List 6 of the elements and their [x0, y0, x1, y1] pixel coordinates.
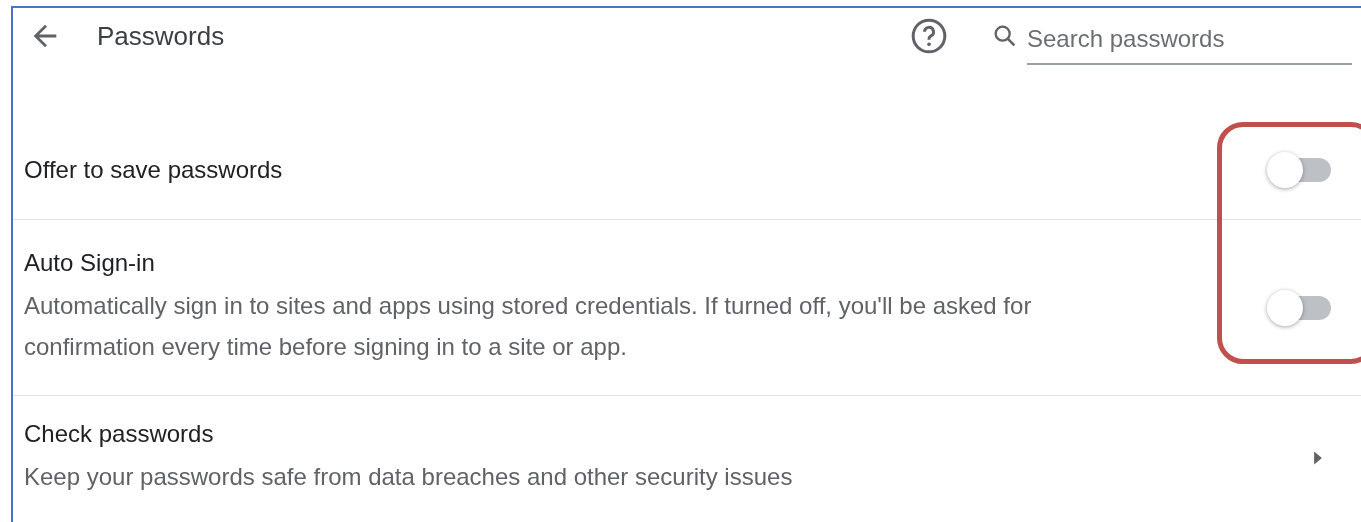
setting-description: Keep your passwords safe from data breaches and other security issues — [24, 461, 794, 492]
setting-label: Auto Sign-in — [24, 248, 156, 277]
setting-label: Check passwords — [24, 419, 215, 448]
page-title: Passwords — [97, 20, 225, 52]
setting-label: Offer to save passwords — [24, 155, 284, 184]
setting-description: Automatically sign in to sites and apps using stored credentials. If turned off, you'll be asked for confirmation every time before signing in to a site or app. — [24, 290, 1033, 362]
